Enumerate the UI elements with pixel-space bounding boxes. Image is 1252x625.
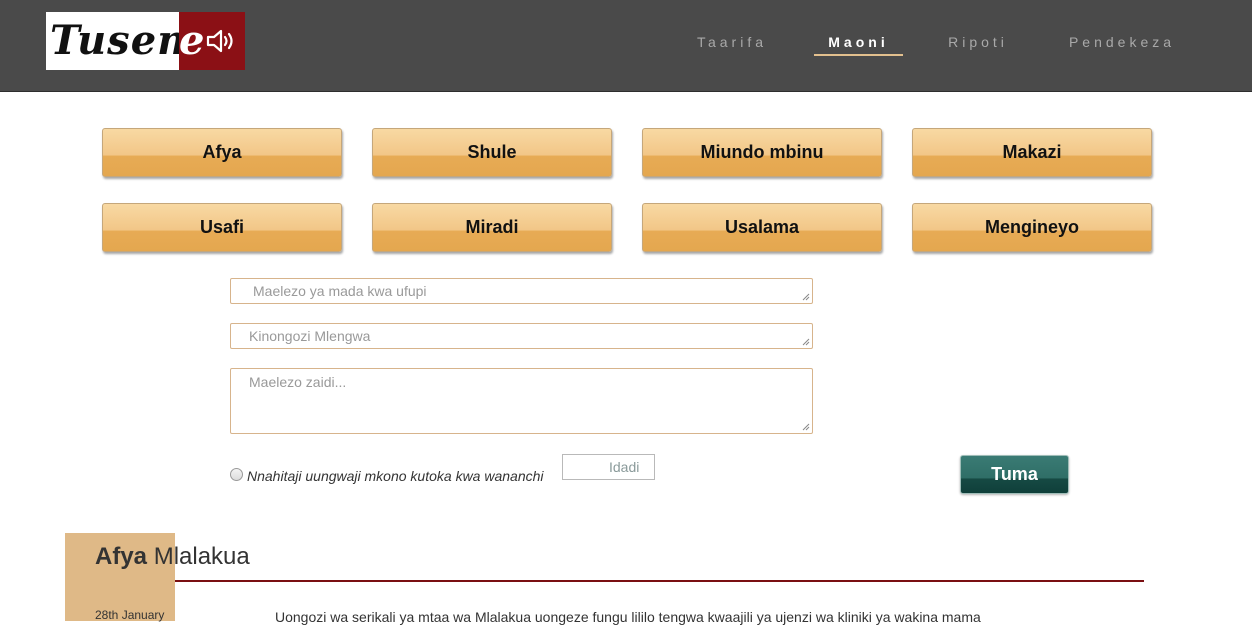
details-textarea[interactable]: Maelezo zaidi... — [230, 368, 813, 434]
resize-grip-icon — [802, 338, 810, 346]
support-label: Nnahitaji uungwaji mkono kutoka kwa wana… — [247, 468, 544, 484]
nav-item-taarifa[interactable]: Taarifa — [696, 32, 768, 56]
category-button-afya[interactable]: Afya — [102, 128, 342, 177]
post-location: Mlalakua — [153, 543, 250, 570]
count-placeholder: Idadi — [609, 459, 640, 475]
post-body: Uongozi wa serikali ya mtaa wa Mlalakua … — [275, 609, 981, 625]
nav-item-ripoti[interactable]: Ripoti — [946, 32, 1010, 56]
main-nav: Taarifa Maoni Ripoti Pendekeza — [0, 32, 1252, 58]
post-date: 28th January — [95, 608, 165, 622]
category-button-mengineyo[interactable]: Mengineyo — [912, 203, 1152, 252]
category-button-miradi[interactable]: Miradi — [372, 203, 612, 252]
category-button-miundo-mbinu[interactable]: Miundo mbinu — [642, 128, 882, 177]
top-header: Tusem e Taarifa Maoni Ripoti Pendekeza — [0, 0, 1252, 92]
category-button-usalama[interactable]: Usalama — [642, 203, 882, 252]
resize-grip-icon — [802, 293, 810, 301]
post-category: Afya — [95, 543, 148, 570]
category-button-makazi[interactable]: Makazi — [912, 128, 1152, 177]
details-placeholder: Maelezo zaidi... — [249, 374, 347, 390]
topic-summary-field[interactable]: Maelezo ya mada kwa ufupi — [230, 278, 813, 304]
count-field[interactable]: Idadi — [562, 454, 655, 480]
post-divider — [175, 580, 1144, 582]
category-button-shule[interactable]: Shule — [372, 128, 612, 177]
category-button-usafi[interactable]: Usafi — [102, 203, 342, 252]
post-title: Afya Mlalakua — [95, 543, 250, 571]
nav-item-pendekeza[interactable]: Pendekeza — [1067, 32, 1177, 56]
nav-item-maoni[interactable]: Maoni — [814, 32, 903, 56]
submit-button[interactable]: Tuma — [960, 455, 1069, 494]
support-radio[interactable] — [230, 468, 243, 481]
topic-summary-placeholder: Maelezo ya mada kwa ufupi — [253, 283, 427, 299]
target-leader-placeholder: Kinongozi Mlengwa — [249, 328, 371, 344]
target-leader-field[interactable]: Kinongozi Mlengwa — [230, 323, 813, 349]
resize-grip-icon — [802, 423, 810, 431]
